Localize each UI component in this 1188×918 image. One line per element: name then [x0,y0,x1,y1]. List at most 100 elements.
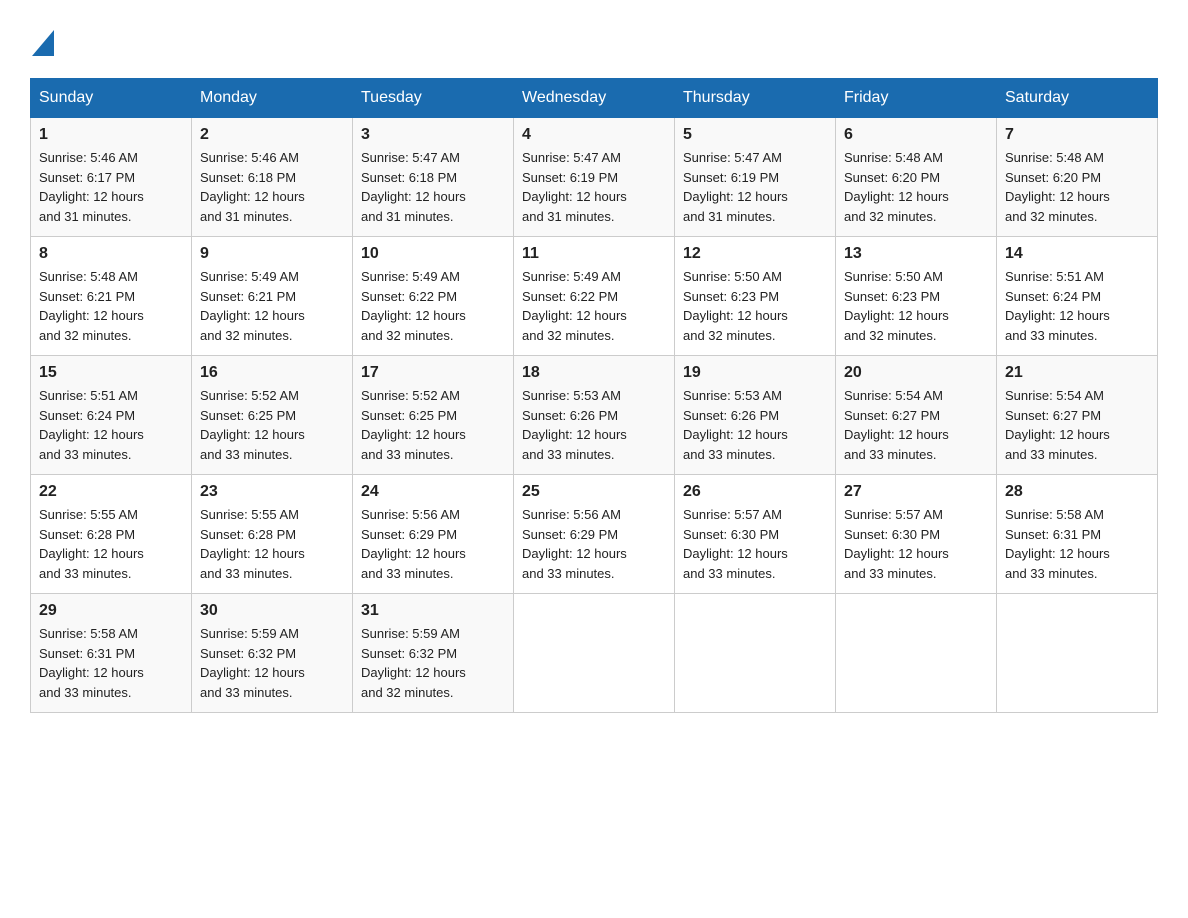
day-info: Sunrise: 5:49 AMSunset: 6:22 PMDaylight:… [361,267,505,345]
day-number: 4 [522,126,666,144]
calendar-day-cell [675,594,836,713]
day-info: Sunrise: 5:52 AMSunset: 6:25 PMDaylight:… [200,386,344,464]
calendar-header-monday: Monday [192,79,353,118]
calendar-day-cell: 10 Sunrise: 5:49 AMSunset: 6:22 PMDayligh… [353,237,514,356]
day-number: 28 [1005,483,1149,501]
logo-icon [30,30,54,58]
calendar-day-cell: 19 Sunrise: 5:53 AMSunset: 6:26 PMDayligh… [675,356,836,475]
day-info: Sunrise: 5:57 AMSunset: 6:30 PMDaylight:… [683,505,827,583]
calendar-day-cell: 20 Sunrise: 5:54 AMSunset: 6:27 PMDayligh… [836,356,997,475]
calendar-day-cell: 13 Sunrise: 5:50 AMSunset: 6:23 PMDayligh… [836,237,997,356]
calendar-header-tuesday: Tuesday [353,79,514,118]
day-info: Sunrise: 5:50 AMSunset: 6:23 PMDaylight:… [844,267,988,345]
day-number: 21 [1005,364,1149,382]
page-header [30,30,1158,58]
calendar-table: SundayMondayTuesdayWednesdayThursdayFrid… [30,78,1158,713]
day-number: 7 [1005,126,1149,144]
calendar-day-cell: 22 Sunrise: 5:55 AMSunset: 6:28 PMDayligh… [31,475,192,594]
day-info: Sunrise: 5:53 AMSunset: 6:26 PMDaylight:… [522,386,666,464]
day-info: Sunrise: 5:48 AMSunset: 6:21 PMDaylight:… [39,267,183,345]
day-number: 26 [683,483,827,501]
day-number: 25 [522,483,666,501]
calendar-week-row: 8 Sunrise: 5:48 AMSunset: 6:21 PMDaylight… [31,237,1158,356]
day-info: Sunrise: 5:57 AMSunset: 6:30 PMDaylight:… [844,505,988,583]
calendar-week-row: 1 Sunrise: 5:46 AMSunset: 6:17 PMDaylight… [31,118,1158,237]
day-number: 16 [200,364,344,382]
calendar-day-cell: 27 Sunrise: 5:57 AMSunset: 6:30 PMDayligh… [836,475,997,594]
day-number: 10 [361,245,505,263]
calendar-day-cell [836,594,997,713]
day-number: 9 [200,245,344,263]
day-info: Sunrise: 5:59 AMSunset: 6:32 PMDaylight:… [361,624,505,702]
calendar-header-thursday: Thursday [675,79,836,118]
calendar-day-cell: 28 Sunrise: 5:58 AMSunset: 6:31 PMDayligh… [997,475,1158,594]
day-number: 19 [683,364,827,382]
day-info: Sunrise: 5:58 AMSunset: 6:31 PMDaylight:… [1005,505,1149,583]
calendar-day-cell: 26 Sunrise: 5:57 AMSunset: 6:30 PMDayligh… [675,475,836,594]
day-number: 27 [844,483,988,501]
day-info: Sunrise: 5:54 AMSunset: 6:27 PMDaylight:… [1005,386,1149,464]
calendar-header-wednesday: Wednesday [514,79,675,118]
day-number: 14 [1005,245,1149,263]
day-info: Sunrise: 5:48 AMSunset: 6:20 PMDaylight:… [844,148,988,226]
day-info: Sunrise: 5:46 AMSunset: 6:18 PMDaylight:… [200,148,344,226]
calendar-day-cell: 25 Sunrise: 5:56 AMSunset: 6:29 PMDayligh… [514,475,675,594]
day-info: Sunrise: 5:48 AMSunset: 6:20 PMDaylight:… [1005,148,1149,226]
day-info: Sunrise: 5:58 AMSunset: 6:31 PMDaylight:… [39,624,183,702]
day-info: Sunrise: 5:55 AMSunset: 6:28 PMDaylight:… [39,505,183,583]
day-number: 15 [39,364,183,382]
calendar-header-sunday: Sunday [31,79,192,118]
day-info: Sunrise: 5:50 AMSunset: 6:23 PMDaylight:… [683,267,827,345]
day-number: 1 [39,126,183,144]
calendar-day-cell: 16 Sunrise: 5:52 AMSunset: 6:25 PMDayligh… [192,356,353,475]
calendar-day-cell: 8 Sunrise: 5:48 AMSunset: 6:21 PMDaylight… [31,237,192,356]
day-number: 31 [361,602,505,620]
logo [30,30,54,58]
day-info: Sunrise: 5:54 AMSunset: 6:27 PMDaylight:… [844,386,988,464]
calendar-day-cell [997,594,1158,713]
calendar-header-row: SundayMondayTuesdayWednesdayThursdayFrid… [31,79,1158,118]
calendar-header-saturday: Saturday [997,79,1158,118]
day-info: Sunrise: 5:47 AMSunset: 6:19 PMDaylight:… [522,148,666,226]
calendar-day-cell: 14Sunrise: 5:51 AMSunset: 6:24 PMDayligh… [997,237,1158,356]
calendar-day-cell: 2 Sunrise: 5:46 AMSunset: 6:18 PMDaylight… [192,118,353,237]
day-info: Sunrise: 5:53 AMSunset: 6:26 PMDaylight:… [683,386,827,464]
day-number: 18 [522,364,666,382]
calendar-week-row: 15Sunrise: 5:51 AMSunset: 6:24 PMDayligh… [31,356,1158,475]
day-number: 24 [361,483,505,501]
day-number: 8 [39,245,183,263]
calendar-day-cell: 31 Sunrise: 5:59 AMSunset: 6:32 PMDayligh… [353,594,514,713]
day-number: 29 [39,602,183,620]
day-number: 22 [39,483,183,501]
calendar-day-cell: 9 Sunrise: 5:49 AMSunset: 6:21 PMDaylight… [192,237,353,356]
calendar-day-cell: 6Sunrise: 5:48 AMSunset: 6:20 PMDaylight… [836,118,997,237]
day-info: Sunrise: 5:56 AMSunset: 6:29 PMDaylight:… [361,505,505,583]
calendar-day-cell: 23Sunrise: 5:55 AMSunset: 6:28 PMDayligh… [192,475,353,594]
day-number: 20 [844,364,988,382]
calendar-day-cell: 12 Sunrise: 5:50 AMSunset: 6:23 PMDayligh… [675,237,836,356]
calendar-day-cell: 15Sunrise: 5:51 AMSunset: 6:24 PMDayligh… [31,356,192,475]
day-info: Sunrise: 5:46 AMSunset: 6:17 PMDaylight:… [39,148,183,226]
day-number: 2 [200,126,344,144]
calendar-day-cell [514,594,675,713]
calendar-day-cell: 7 Sunrise: 5:48 AMSunset: 6:20 PMDaylight… [997,118,1158,237]
day-info: Sunrise: 5:49 AMSunset: 6:22 PMDaylight:… [522,267,666,345]
day-info: Sunrise: 5:56 AMSunset: 6:29 PMDaylight:… [522,505,666,583]
day-number: 13 [844,245,988,263]
calendar-day-cell: 21 Sunrise: 5:54 AMSunset: 6:27 PMDayligh… [997,356,1158,475]
calendar-day-cell: 24 Sunrise: 5:56 AMSunset: 6:29 PMDayligh… [353,475,514,594]
day-number: 11 [522,245,666,263]
calendar-week-row: 29 Sunrise: 5:58 AMSunset: 6:31 PMDayligh… [31,594,1158,713]
calendar-day-cell: 29 Sunrise: 5:58 AMSunset: 6:31 PMDayligh… [31,594,192,713]
day-number: 30 [200,602,344,620]
calendar-day-cell: 5Sunrise: 5:47 AMSunset: 6:19 PMDaylight… [675,118,836,237]
calendar-day-cell: 17Sunrise: 5:52 AMSunset: 6:25 PMDayligh… [353,356,514,475]
day-info: Sunrise: 5:47 AMSunset: 6:19 PMDaylight:… [683,148,827,226]
calendar-day-cell: 3Sunrise: 5:47 AMSunset: 6:18 PMDaylight… [353,118,514,237]
day-info: Sunrise: 5:47 AMSunset: 6:18 PMDaylight:… [361,148,505,226]
day-number: 17 [361,364,505,382]
day-info: Sunrise: 5:49 AMSunset: 6:21 PMDaylight:… [200,267,344,345]
day-info: Sunrise: 5:59 AMSunset: 6:32 PMDaylight:… [200,624,344,702]
day-info: Sunrise: 5:55 AMSunset: 6:28 PMDaylight:… [200,505,344,583]
day-number: 12 [683,245,827,263]
